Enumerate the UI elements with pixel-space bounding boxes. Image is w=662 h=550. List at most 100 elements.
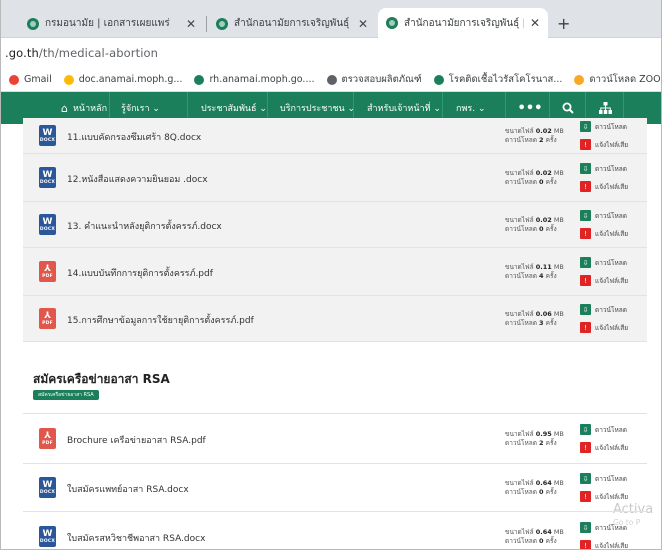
close-tab-icon[interactable]: ✕ — [358, 17, 368, 31]
nav-home-label: หน้าหลัก — [72, 104, 108, 114]
report-broken-file-button[interactable]: ! แจ้งไฟล์เสีย — [580, 228, 628, 239]
file-size: 0.11 — [535, 263, 552, 271]
file-icon-glyph: W — [42, 480, 53, 490]
file-name-link[interactable]: 13. คำแนะนำหลังยุติการตั้งครรภ์.docx — [67, 219, 222, 233]
warning-icon: ! — [580, 540, 591, 549]
size-unit: MB — [553, 430, 564, 438]
file-size: 0.64 — [535, 528, 552, 536]
document-list: สมัครเครือข่ายอาสา RSA สมัครเครือข่ายอาส… — [1, 118, 661, 549]
download-icon: ⇩ — [580, 163, 591, 174]
word-file-icon: W DOCX — [39, 526, 56, 547]
file-meta: ขนาดไฟล์ 0.11 MB ดาวน์โหลด 4 ครั้ง — [505, 263, 564, 281]
warning-icon: ! — [580, 275, 591, 286]
browser-tab[interactable]: สำนักอนามัยการเจริญพันธุ์ | Home ✕ — [208, 9, 376, 38]
size-unit: MB — [553, 479, 564, 487]
report-broken-file-button[interactable]: ! แจ้งไฟล์เสีย — [580, 275, 628, 286]
close-tab-icon[interactable]: ✕ — [186, 17, 196, 31]
file-icon-ext: DOCX — [39, 227, 56, 232]
downloads-suffix: ครั้ง — [545, 136, 557, 144]
file-row: ⅄ PDF 14.แบบบันทึกการยุติการตั้งครรภ์.pdf ข… — [23, 248, 647, 296]
size-unit: MB — [553, 310, 564, 318]
download-count: 0 — [539, 178, 544, 186]
url-text[interactable]: .go.th/th/medical-abortion — [5, 46, 158, 60]
file-row: W DOCX 12.หนังสือแสดงความยินยอม .docx ขนาดไ… — [23, 154, 647, 202]
file-size: 0.06 — [535, 310, 552, 318]
bookmark-label: โรคติดเชื้อไวรัสโคโรนาส... — [448, 74, 563, 85]
tab-title: สำนักอนามัยการเจริญพันธุ์ | Docume — [404, 17, 524, 29]
report-broken-file-button[interactable]: ! แจ้งไฟล์เสีย — [580, 139, 628, 150]
section-tag[interactable]: สมัครเครือข่ายอาสา RSA — [33, 390, 99, 400]
report-label: แจ้งไฟล์เสีย — [595, 323, 629, 332]
file-name-link[interactable]: 15.การศึกษาข้อมูลการใช้ยายุติการตั้งครรภ… — [67, 313, 254, 327]
bookmark-item[interactable]: doc.anamai.moph.g... — [63, 74, 182, 85]
size-prefix: ขนาดไฟล์ — [505, 216, 534, 224]
file-name-link[interactable]: Brochure เครือข่ายอาสา RSA.pdf — [67, 433, 206, 447]
browser-tab[interactable]: กรมอนามัย | เอกสารเผยแพร่ ✕ — [19, 9, 204, 38]
download-button[interactable]: ⇩ ดาวน์โหลด — [580, 304, 627, 315]
size-prefix: ขนาดไฟล์ — [505, 479, 534, 487]
file-icon-glyph: ⅄ — [44, 431, 51, 441]
browser-tab-active[interactable]: สำนักอนามัยการเจริญพันธุ์ | Docume ✕ — [378, 8, 548, 38]
bookmark-label: rh.anamai.moph.go.... — [209, 74, 315, 85]
bookmark-item[interactable]: ตรวจสอบผลิตภัณฑ์ — [326, 72, 422, 87]
file-name-link[interactable]: 14.แบบบันทึกการยุติการตั้งครรภ์.pdf — [67, 266, 213, 280]
address-bar[interactable]: .go.th/th/medical-abortion — [1, 38, 661, 68]
report-label: แจ้งไฟล์เสีย — [595, 182, 629, 191]
download-button[interactable]: ⇩ ดาวน์โหลด — [580, 257, 627, 268]
downloads-prefix: ดาวน์โหลด — [505, 225, 537, 233]
file-icon-glyph: ⅄ — [44, 264, 51, 274]
report-broken-file-button[interactable]: ! แจ้งไฟล์เสีย — [580, 442, 628, 453]
size-unit: MB — [553, 216, 564, 224]
download-label: ดาวน์โหลด — [595, 164, 627, 173]
file-size: 0.95 — [535, 430, 552, 438]
section-divider — [23, 413, 647, 414]
downloads-prefix: ดาวน์โหลด — [505, 178, 537, 186]
report-broken-file-button[interactable]: ! แจ้งไฟล์เสีย — [580, 181, 628, 192]
size-unit: MB — [553, 528, 564, 536]
download-button[interactable]: ⇩ ดาวน์โหลด — [580, 473, 627, 484]
report-broken-file-button[interactable]: ! แจ้งไฟล์เสีย — [580, 322, 628, 333]
file-name-link[interactable]: ใบสมัครแพทย์อาสา RSA.docx — [67, 482, 189, 496]
browser-window: กรมอนามัย | เอกสารเผยแพร่ ✕ สำนักอนามัยก… — [0, 0, 662, 550]
download-label: ดาวน์โหลด — [595, 523, 627, 532]
download-button[interactable]: ⇩ ดาวน์โหลด — [580, 163, 627, 174]
downloads-suffix: ครั้ง — [545, 178, 557, 186]
file-icon-ext: DOCX — [39, 180, 56, 185]
bookmark-item[interactable]: rh.anamai.moph.go.... — [194, 74, 315, 85]
downloads-prefix: ดาวน์โหลด — [505, 272, 537, 280]
file-icon-glyph: W — [42, 170, 53, 180]
bookmark-item[interactable]: ดาวน์โหลด ZOOM Cl... — [574, 72, 661, 87]
warning-icon: ! — [580, 181, 591, 192]
file-name-link[interactable]: 11.แบบคัดกรองซึมเศร้า 8Q.docx — [67, 130, 201, 144]
download-button[interactable]: ⇩ ดาวน์โหลด — [580, 424, 627, 435]
size-unit: MB — [553, 263, 564, 271]
size-unit: MB — [553, 169, 564, 177]
file-name-link[interactable]: ใบสมัครสหวิชาชีพอาสา RSA.docx — [67, 531, 205, 545]
download-button[interactable]: ⇩ ดาวน์โหลด — [580, 210, 627, 221]
bookmark-item[interactable]: โรคติดเชื้อไวรัสโคโรนาส... — [433, 72, 563, 87]
warning-icon: ! — [580, 228, 591, 239]
warning-icon: ! — [580, 491, 591, 502]
downloads-prefix: ดาวน์โหลด — [505, 136, 537, 144]
site-favicon-icon — [27, 17, 39, 30]
download-count: 2 — [539, 439, 544, 447]
file-row: W DOCX ใบสมัครแพทย์อาสา RSA.docx ขนาดไฟล์ 0… — [23, 464, 647, 512]
new-tab-button[interactable]: + — [557, 14, 570, 33]
report-broken-file-button[interactable]: ! แจ้งไฟล์เสีย — [580, 540, 628, 549]
file-icon-ext: PDF — [42, 321, 53, 326]
download-count: 0 — [539, 537, 544, 545]
report-broken-file-button[interactable]: ! แจ้งไฟล์เสีย — [580, 491, 628, 502]
bookmark-item[interactable]: Gmail — [9, 74, 52, 85]
pdf-file-icon: ⅄ PDF — [39, 308, 56, 329]
close-tab-icon[interactable]: ✕ — [530, 16, 540, 30]
file-row: ⅄ PDF 15.การศึกษาข้อมูลการใช้ยายุติการตั้ง… — [23, 296, 647, 342]
report-label: แจ้งไฟล์เสีย — [595, 140, 629, 149]
bookmark-icon — [9, 74, 19, 85]
file-meta: ขนาดไฟล์ 0.02 MB ดาวน์โหลด 0 ครั้ง — [505, 169, 564, 187]
home-icon: ⌂ — [61, 101, 68, 115]
download-button[interactable]: ⇩ ดาวน์โหลด — [580, 121, 627, 132]
report-label: แจ้งไฟล์เสีย — [595, 229, 629, 238]
file-row: W DOCX 13. คำแนะนำหลังยุติการตั้งครรภ์.doc… — [23, 202, 647, 248]
download-button[interactable]: ⇩ ดาวน์โหลด — [580, 522, 627, 533]
file-name-link[interactable]: 12.หนังสือแสดงความยินยอม .docx — [67, 172, 208, 186]
